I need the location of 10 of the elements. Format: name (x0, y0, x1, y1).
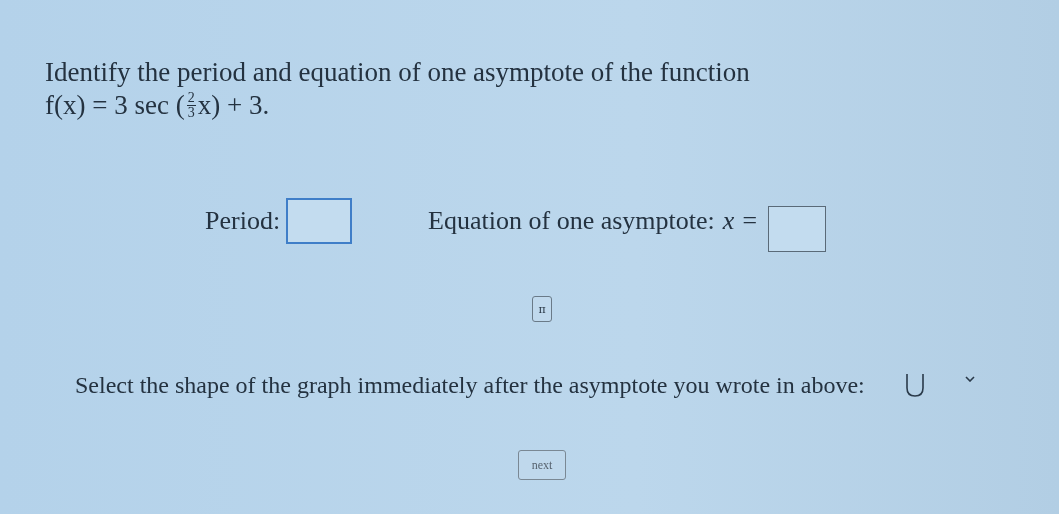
caret-icon (964, 376, 975, 382)
period-input[interactable] (286, 198, 353, 244)
pi-button[interactable]: π (532, 296, 552, 322)
variable-label: x = (722, 206, 759, 236)
asymptote-input[interactable] (768, 206, 827, 252)
shape-question: Select the shape of the graph immediately after the asymptote you wrote in above: (75, 371, 865, 399)
next-button[interactable]: next (518, 450, 566, 480)
question-text: Identify the period and equation of one asymptote of the function (45, 56, 751, 89)
period-label: Period: (205, 206, 281, 236)
asymptote-label: Equation of one asymptote: (428, 206, 715, 236)
